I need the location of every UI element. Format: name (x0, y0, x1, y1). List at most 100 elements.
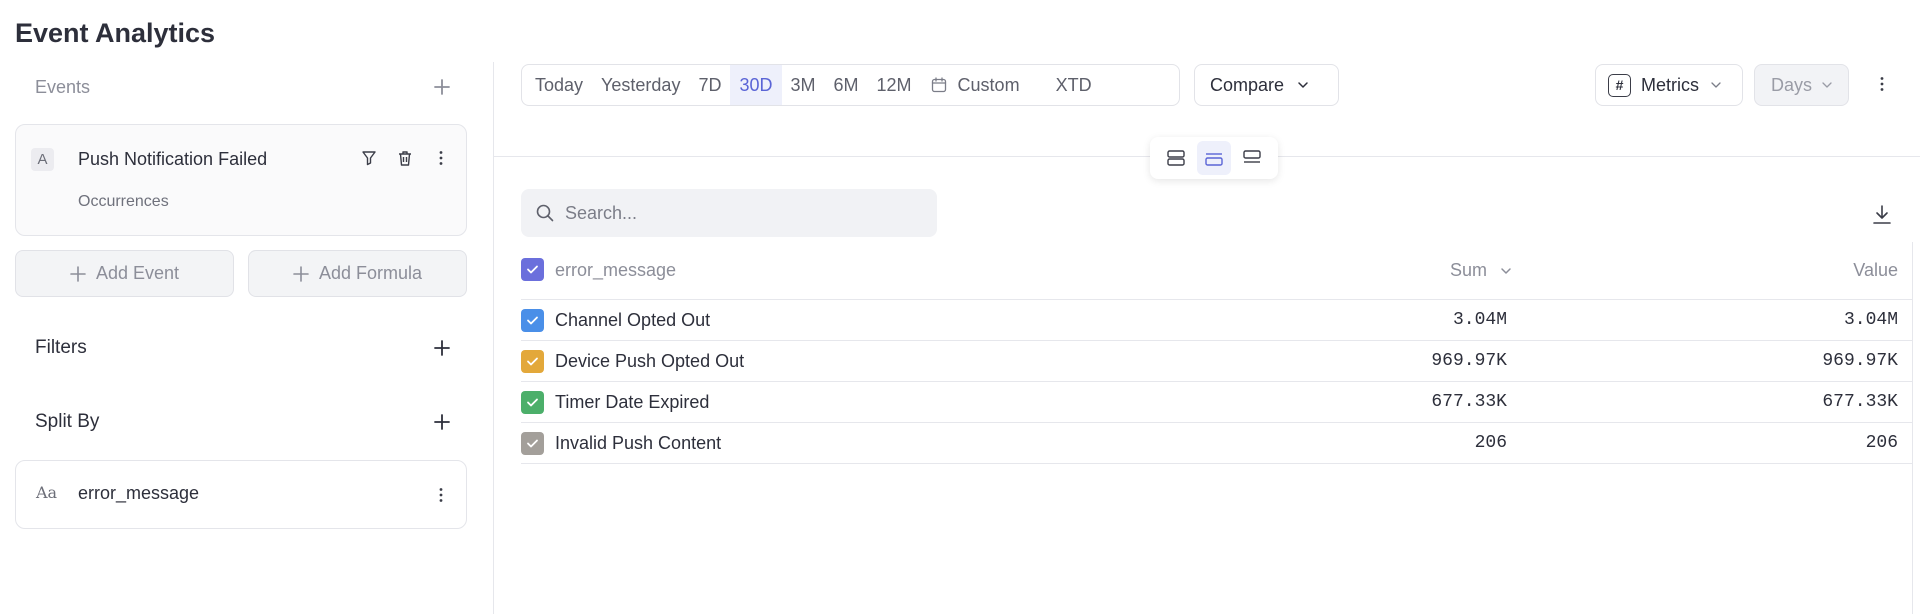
plus-icon (293, 265, 309, 282)
add-event-button[interactable]: Add Event (15, 250, 234, 297)
layout-toggle (1150, 137, 1278, 179)
filter-icon (362, 151, 376, 166)
search-box (521, 189, 937, 237)
event-measure[interactable]: Occurrences (78, 193, 169, 211)
row-checkbox[interactable] (521, 432, 544, 455)
checkmark-icon (527, 357, 538, 366)
add-formula-label: Add Formula (318, 263, 423, 283)
more-vertical-icon (1880, 77, 1884, 91)
column-header-sum[interactable]: Sum (1403, 260, 1513, 281)
event-analytics-page: Event Analytics Events A Push Notificati… (0, 0, 1920, 614)
event-filter-button[interactable] (358, 147, 380, 169)
row-sum: 3.04M (1452, 310, 1507, 330)
range-3m[interactable]: 3M (782, 65, 825, 105)
range-xtd[interactable]: XTD (1047, 65, 1101, 105)
date-range-selector: Today Yesterday 7D 30D 3M 6M 12M Custom … (521, 64, 1180, 106)
range-6m[interactable]: 6M (825, 65, 868, 105)
sort-chevron-icon (1501, 267, 1511, 274)
range-yesterday[interactable]: Yesterday (592, 65, 689, 105)
calendar-icon (931, 77, 946, 93)
compare-label: Compare (1210, 74, 1285, 95)
row-checkbox[interactable] (521, 309, 544, 332)
split-more-button[interactable] (430, 484, 452, 506)
chevron-down-icon (1298, 82, 1308, 88)
events-section-header: Events (15, 67, 467, 107)
scrollbar-track[interactable] (1912, 242, 1913, 614)
layout-table-icon (1205, 153, 1223, 166)
chevron-down-icon (1822, 82, 1832, 88)
table-row[interactable]: Channel Opted Out 3.04M 3.04M (521, 300, 1913, 341)
search-input[interactable] (565, 202, 925, 224)
split-by-label: Split By (35, 411, 100, 432)
layout-split-option[interactable] (1159, 141, 1193, 175)
days-dropdown[interactable]: Days (1754, 64, 1849, 106)
search-icon (536, 204, 554, 222)
plus-icon (70, 265, 86, 282)
table-row[interactable]: Device Push Opted Out 969.97K 969.97K (521, 341, 1913, 382)
more-vertical-icon (439, 488, 443, 502)
events-label: Events (35, 76, 91, 97)
split-by-card[interactable]: Aa error_message (15, 460, 467, 529)
compare-dropdown[interactable]: Compare (1194, 64, 1339, 106)
checkmark-icon (527, 398, 538, 407)
row-value: 969.97K (1822, 351, 1898, 371)
toolbar-more-button[interactable] (1871, 73, 1893, 95)
row-name: Device Push Opted Out (555, 351, 745, 371)
table-row[interactable]: Timer Date Expired 677.33K 677.33K (521, 382, 1913, 423)
range-12m[interactable]: 12M (868, 65, 921, 105)
metrics-dropdown[interactable]: # Metrics (1595, 64, 1743, 106)
add-split-button[interactable] (429, 409, 455, 435)
event-name[interactable]: Push Notification Failed (78, 149, 267, 170)
days-label: Days (1771, 74, 1813, 95)
download-icon (1873, 205, 1891, 224)
sidebar-divider (493, 62, 494, 614)
event-delete-button[interactable] (394, 147, 416, 169)
row-value: 677.33K (1822, 392, 1898, 412)
layout-split-icon (1167, 150, 1185, 166)
table-header: error_message Sum Value (521, 250, 1913, 300)
table-row[interactable]: Invalid Push Content 206 206 (521, 423, 1913, 464)
row-sum: 677.33K (1431, 392, 1507, 412)
add-event-label: Add Event (95, 263, 180, 283)
filters-label: Filters (35, 337, 87, 358)
select-all-checkbox[interactable] (521, 258, 544, 281)
event-card[interactable]: A Push Notification Failed Occurrences (15, 124, 467, 236)
column-header-name: error_message (555, 260, 677, 280)
split-property-name[interactable]: error_message (78, 483, 199, 504)
plus-icon (434, 340, 450, 356)
checkmark-icon (527, 439, 538, 448)
checkmark-icon (527, 265, 538, 274)
download-button[interactable] (1870, 203, 1894, 232)
text-type-icon: Aa (36, 483, 58, 502)
row-sum: 969.97K (1431, 351, 1507, 371)
custom-label: Custom (957, 74, 1020, 95)
trash-icon (399, 151, 411, 166)
add-filter-button[interactable] (429, 335, 455, 361)
plus-icon (434, 414, 450, 430)
query-sidebar: Events A Push Notification Failed Occurr… (0, 0, 494, 614)
more-vertical-icon (439, 151, 443, 165)
range-30d[interactable]: 30D (730, 65, 782, 105)
metrics-label: Metrics (1641, 74, 1699, 95)
row-name: Invalid Push Content (555, 433, 722, 453)
row-checkbox[interactable] (521, 350, 544, 373)
range-today[interactable]: Today (526, 65, 592, 105)
range-custom[interactable]: Custom (921, 65, 1029, 105)
column-header-value[interactable]: Value (1853, 260, 1898, 281)
add-event-plus-button[interactable] (429, 74, 455, 100)
range-7d[interactable]: 7D (689, 65, 730, 105)
row-name: Channel Opted Out (555, 310, 711, 330)
row-value: 3.04M (1843, 310, 1898, 330)
event-more-button[interactable] (430, 147, 452, 169)
event-card-actions (358, 147, 452, 169)
layout-chart-option[interactable] (1235, 141, 1269, 175)
row-sum: 206 (1474, 433, 1507, 453)
event-letter-badge: A (31, 148, 54, 171)
layout-chart-icon (1243, 150, 1261, 163)
row-checkbox[interactable] (521, 391, 544, 414)
layout-table-option[interactable] (1197, 141, 1231, 175)
row-value: 206 (1865, 433, 1898, 453)
split-by-section-header: Split By (15, 402, 467, 442)
filters-section-header: Filters (15, 328, 467, 368)
add-formula-button[interactable]: Add Formula (248, 250, 467, 297)
